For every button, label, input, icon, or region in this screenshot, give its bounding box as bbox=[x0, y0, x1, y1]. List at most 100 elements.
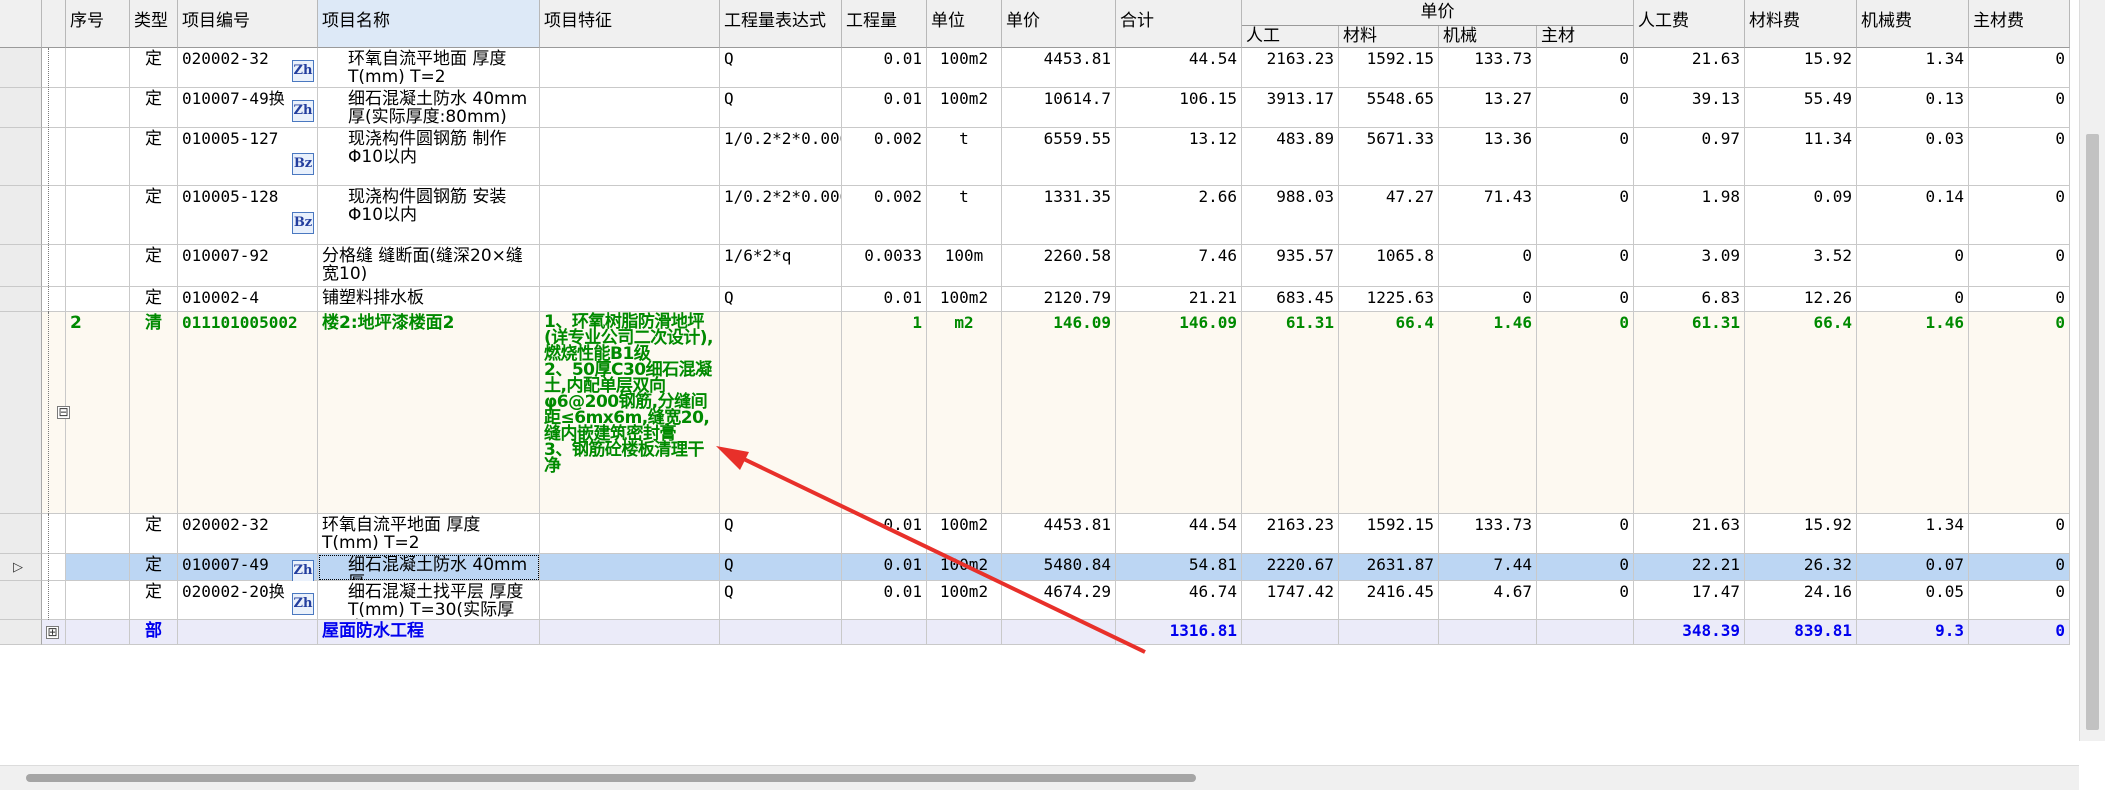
cell-price[interactable]: 2120.79 bbox=[1002, 287, 1116, 312]
cell-total[interactable]: 21.21 bbox=[1116, 287, 1242, 312]
cell-material-fee[interactable]: 15.92 bbox=[1745, 48, 1857, 88]
cell-main-mat[interactable]: 0 bbox=[1537, 554, 1634, 581]
cell-price[interactable]: 6559.55 bbox=[1002, 128, 1116, 186]
cell-main-mat[interactable] bbox=[1537, 620, 1634, 645]
cell-type[interactable]: 定 bbox=[130, 88, 178, 128]
cell-qty[interactable]: 0.002 bbox=[842, 128, 927, 186]
cell-code[interactable]: 020002-32 bbox=[178, 514, 318, 554]
cell-name[interactable]: 环氧自流平地面 厚度T(mm) T=2 bbox=[318, 48, 540, 88]
cell-material[interactable]: 2416.45 bbox=[1339, 581, 1439, 620]
horizontal-scroll-thumb[interactable] bbox=[26, 774, 1196, 782]
cell-price[interactable]: 4453.81 bbox=[1002, 48, 1116, 88]
cell-seq[interactable] bbox=[66, 514, 130, 554]
zh-badge-icon[interactable]: Zh bbox=[292, 559, 314, 582]
row-header[interactable] bbox=[0, 287, 42, 312]
column-header-machine-fee[interactable]: 机械费 bbox=[1857, 0, 1969, 48]
bz-badge-icon[interactable]: Bz bbox=[292, 211, 314, 234]
cell-main-mat-fee[interactable]: 0 bbox=[1969, 581, 2070, 620]
cell-material[interactable]: 1225.63 bbox=[1339, 287, 1439, 312]
row-header[interactable] bbox=[0, 581, 42, 620]
cell-material-fee[interactable]: 12.26 bbox=[1745, 287, 1857, 312]
cell-code[interactable]: 011101005002 bbox=[178, 312, 318, 514]
column-header-main-mat-fee[interactable]: 主材费 bbox=[1969, 0, 2070, 48]
cell-machine-fee[interactable]: 0.13 bbox=[1857, 88, 1969, 128]
cell-qty[interactable]: 0.01 bbox=[842, 48, 927, 88]
cell-labor-fee[interactable]: 1.98 bbox=[1634, 186, 1745, 245]
cell-expr[interactable]: Q bbox=[720, 287, 842, 312]
row-header[interactable] bbox=[0, 186, 42, 245]
cell-unit[interactable]: 100m2 bbox=[927, 514, 1002, 554]
row-header[interactable] bbox=[0, 312, 42, 514]
cell-labor[interactable]: 988.03 bbox=[1242, 186, 1339, 245]
cell-name[interactable]: 铺塑料排水板 bbox=[318, 287, 540, 312]
cell-type[interactable]: 定 bbox=[130, 581, 178, 620]
cell-seq[interactable] bbox=[66, 186, 130, 245]
cell-main-mat-fee[interactable]: 0 bbox=[1969, 287, 2070, 312]
cell-name[interactable]: 细石混凝土找平层 厚度T(mm) T=30(实际厚度:40mm) bbox=[318, 581, 540, 620]
cell-machine[interactable]: 7.44 bbox=[1439, 554, 1537, 581]
cell-labor-fee[interactable]: 22.21 bbox=[1634, 554, 1745, 581]
cell-seq[interactable] bbox=[66, 620, 130, 645]
cell-machine[interactable]: 4.67 bbox=[1439, 581, 1537, 620]
cell-material-fee[interactable]: 839.81 bbox=[1745, 620, 1857, 645]
cell-qty[interactable] bbox=[842, 620, 927, 645]
cell-seq[interactable] bbox=[66, 245, 130, 287]
cell-machine[interactable]: 0 bbox=[1439, 287, 1537, 312]
cell-labor-fee[interactable]: 17.47 bbox=[1634, 581, 1745, 620]
cell-expr[interactable]: 1/0.2*2*0.00617*6*6/1000*q bbox=[720, 186, 842, 245]
cell-machine-fee[interactable]: 9.3 bbox=[1857, 620, 1969, 645]
cell-material[interactable]: 1065.8 bbox=[1339, 245, 1439, 287]
column-header-labor[interactable]: 人工 bbox=[1242, 26, 1339, 48]
cell-main-mat-fee[interactable]: 0 bbox=[1969, 245, 2070, 287]
cell-machine-fee[interactable]: 1.34 bbox=[1857, 514, 1969, 554]
cell-expr[interactable]: Q bbox=[720, 514, 842, 554]
cell-material[interactable]: 66.4 bbox=[1339, 312, 1439, 514]
cell-material-fee[interactable]: 55.49 bbox=[1745, 88, 1857, 128]
column-header-price[interactable]: 单价 bbox=[1002, 0, 1116, 48]
cell-seq[interactable] bbox=[66, 581, 130, 620]
cell-labor-fee[interactable]: 348.39 bbox=[1634, 620, 1745, 645]
cell-labor[interactable] bbox=[1242, 620, 1339, 645]
cell-price[interactable]: 4674.29 bbox=[1002, 581, 1116, 620]
cell-main-mat-fee[interactable]: 0 bbox=[1969, 186, 2070, 245]
cell-price[interactable]: 146.09 bbox=[1002, 312, 1116, 514]
cell-feature[interactable] bbox=[540, 128, 720, 186]
cell-expr[interactable] bbox=[720, 312, 842, 514]
cell-total[interactable]: 44.54 bbox=[1116, 514, 1242, 554]
column-header-name[interactable]: 项目名称 bbox=[318, 0, 540, 48]
cell-labor-fee[interactable]: 3.09 bbox=[1634, 245, 1745, 287]
cell-seq[interactable] bbox=[66, 287, 130, 312]
cell-unit[interactable]: 100m2 bbox=[927, 88, 1002, 128]
cell-seq[interactable] bbox=[66, 128, 130, 186]
column-header-seq[interactable]: 序号 bbox=[66, 0, 130, 48]
cell-code[interactable]: 010007-92 bbox=[178, 245, 318, 287]
cell-unit[interactable]: 100m2 bbox=[927, 554, 1002, 581]
cell-price[interactable] bbox=[1002, 620, 1116, 645]
cell-material[interactable]: 2631.87 bbox=[1339, 554, 1439, 581]
cell-code[interactable]: 010002-4 bbox=[178, 287, 318, 312]
cell-main-mat-fee[interactable]: 0 bbox=[1969, 514, 2070, 554]
zh-badge-icon[interactable]: Zh bbox=[292, 592, 314, 615]
row-header[interactable] bbox=[0, 48, 42, 88]
cell-main-mat-fee[interactable]: 0 bbox=[1969, 620, 2070, 645]
expand-icon[interactable]: ⊞ bbox=[46, 626, 59, 639]
cell-seq[interactable]: 2 bbox=[66, 312, 130, 514]
row-header[interactable] bbox=[0, 88, 42, 128]
cell-total[interactable]: 44.54 bbox=[1116, 48, 1242, 88]
row-header[interactable] bbox=[0, 128, 42, 186]
cell-feature[interactable] bbox=[540, 554, 720, 581]
cell-total[interactable]: 2.66 bbox=[1116, 186, 1242, 245]
cell-main-mat[interactable]: 0 bbox=[1537, 128, 1634, 186]
cell-labor[interactable]: 3913.17 bbox=[1242, 88, 1339, 128]
cell-machine-fee[interactable]: 0.03 bbox=[1857, 128, 1969, 186]
cell-name[interactable]: 细石混凝土防水 40mm厚 bbox=[318, 554, 540, 581]
cell-name[interactable]: 细石混凝土防水 40mm厚(实际厚度:80mm) bbox=[318, 88, 540, 128]
cell-material[interactable] bbox=[1339, 620, 1439, 645]
cell-unit[interactable]: 100m bbox=[927, 245, 1002, 287]
cell-material[interactable]: 47.27 bbox=[1339, 186, 1439, 245]
column-header-feature[interactable]: 项目特征 bbox=[540, 0, 720, 48]
cell-material-fee[interactable]: 0.09 bbox=[1745, 186, 1857, 245]
row-header[interactable] bbox=[0, 620, 42, 645]
cell-feature[interactable] bbox=[540, 514, 720, 554]
cell-machine[interactable]: 133.73 bbox=[1439, 48, 1537, 88]
